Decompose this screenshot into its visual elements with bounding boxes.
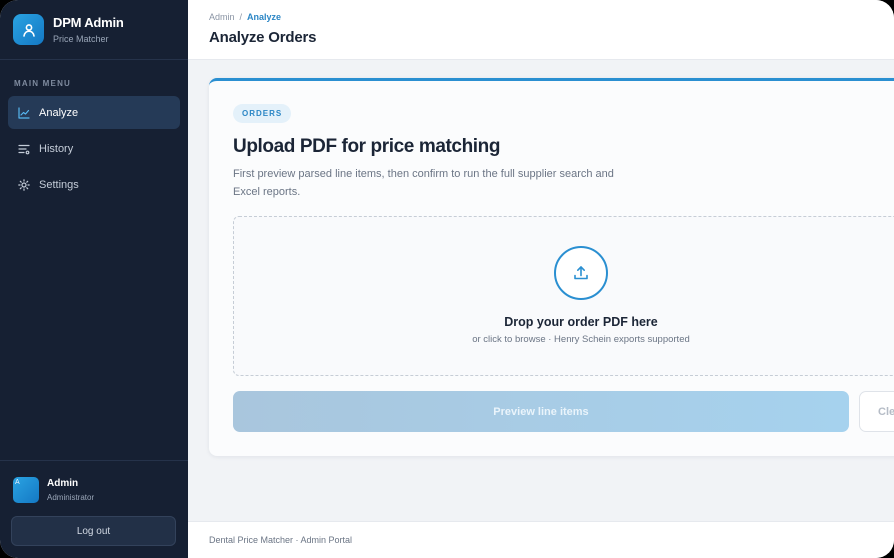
sidebar-item-history[interactable]: History — [8, 132, 180, 165]
app-window: DPM Admin Price Matcher MAIN MENU Analyz… — [0, 0, 894, 558]
upload-card: ORDERS Upload PDF for price matching Fir… — [209, 78, 894, 456]
sidebar-nav: Analyze History Settings — [0, 96, 188, 204]
pdf-dropzone[interactable]: Drop your order PDF here or click to bro… — [233, 216, 894, 376]
sidebar-item-analyze[interactable]: Analyze — [8, 96, 180, 129]
card-title: Upload PDF for price matching — [233, 136, 501, 157]
preview-line-items-button[interactable]: Preview line items — [233, 391, 849, 432]
card-description: First preview parsed line items, then co… — [233, 168, 614, 198]
main-content: Admin / Analyze Analyze Orders ORDERS Uplo… — [188, 0, 894, 558]
user-name: Admin — [47, 478, 79, 489]
breadcrumb-item-analyze: Analyze — [247, 12, 282, 22]
page-title: Analyze Orders — [209, 29, 317, 46]
breadcrumb-item-admin[interactable]: Admin — [209, 12, 235, 22]
upload-icon — [554, 246, 608, 300]
menu-label: MAIN MENU — [14, 79, 72, 88]
sidebar-item-label: History — [39, 142, 74, 155]
brand: DPM Admin Price Matcher — [0, 0, 188, 60]
clear-button[interactable]: Cle — [859, 391, 894, 432]
sidebar: DPM Admin Price Matcher MAIN MENU Analyz… — [0, 0, 188, 558]
user-profile: A Admin Administrator — [0, 461, 188, 503]
chart-line-icon — [18, 106, 30, 119]
dropzone-title: Drop your order PDF here — [504, 315, 658, 329]
dropzone-subtitle: or click to browse · Henry Schein export… — [472, 334, 690, 345]
sidebar-item-settings[interactable]: Settings — [8, 168, 180, 201]
sidebar-item-label: Settings — [39, 178, 79, 191]
sidebar-item-label: Analyze — [39, 106, 79, 119]
avatar: A — [13, 477, 39, 503]
logout-button[interactable]: Log out — [11, 516, 176, 546]
brand-title: DPM Admin — [53, 15, 124, 30]
user-icon — [13, 14, 44, 45]
sun-gear-icon — [18, 178, 30, 191]
page-footer: Dental Price Matcher · Admin Portal — [188, 521, 894, 558]
user-role: Administrator — [47, 493, 95, 502]
section-badge: ORDERS — [233, 104, 292, 123]
breadcrumb-separator: / — [239, 12, 243, 22]
brand-subtitle: Price Matcher — [53, 34, 109, 44]
sidebar-footer: A Admin Administrator Log out — [0, 460, 188, 558]
topbar: Admin / Analyze Analyze Orders — [188, 0, 894, 60]
list-filter-icon — [18, 143, 30, 155]
breadcrumb: Admin / Analyze — [209, 12, 894, 22]
